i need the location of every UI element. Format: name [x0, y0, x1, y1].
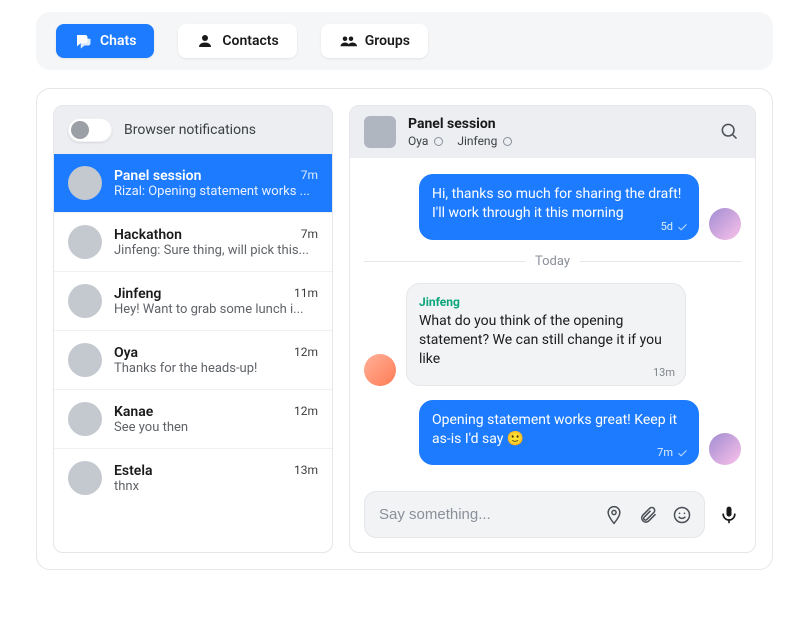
avatar — [68, 166, 102, 200]
conversation-preview: Thanks for the heads-up! — [114, 361, 318, 376]
message-meta: 7m — [657, 446, 688, 461]
emoji-button[interactable] — [670, 503, 694, 527]
mic-icon — [719, 505, 739, 525]
member-name: Jinfeng — [457, 134, 497, 148]
conversation-item[interactable]: Estela 13m thnx — [54, 448, 332, 507]
message-meta: 13m — [653, 366, 675, 381]
avatar — [68, 402, 102, 436]
message-list: Hi, thanks so much for sharing the draft… — [350, 158, 755, 481]
separator-line — [364, 261, 525, 262]
tab-label: Chats — [100, 33, 136, 49]
message-time: 7m — [657, 446, 673, 461]
message-row: Opening statement works great! Keep it a… — [364, 400, 741, 466]
message-time: 5d — [661, 220, 673, 235]
conversation-preview: Hey! Want to grab some lunch i... — [114, 302, 318, 317]
top-nav: Chats Contacts Groups — [36, 12, 773, 70]
conversation-time: 12m — [294, 345, 318, 361]
message-bubble-me: Opening statement works great! Keep it a… — [419, 400, 699, 466]
conversation-item[interactable]: Kanae 12m See you then — [54, 389, 332, 448]
separator-line — [580, 261, 741, 262]
conversation-preview: Rizal: Opening statement works ... — [114, 184, 318, 199]
message-row: Jinfeng What do you think of the opening… — [364, 283, 741, 386]
search-icon — [719, 121, 739, 141]
search-button[interactable] — [717, 119, 741, 143]
conversation-title: Kanae — [114, 404, 153, 420]
conversation-preview: See you then — [114, 420, 318, 435]
main-card: Browser notifications Panel session 7m R… — [36, 88, 773, 570]
message-text: Hi, thanks so much for sharing the draft… — [432, 186, 681, 221]
tab-label: Groups — [365, 33, 410, 49]
conversation-preview: thnx — [114, 479, 318, 494]
tab-chats[interactable]: Chats — [56, 24, 154, 58]
avatar — [68, 461, 102, 495]
chats-icon — [74, 32, 92, 50]
conversation-list: Panel session 7m Rizal: Opening statemen… — [54, 154, 332, 507]
avatar — [68, 284, 102, 318]
smile-icon — [672, 505, 692, 525]
paperclip-icon — [638, 505, 658, 525]
notifications-row: Browser notifications — [54, 106, 332, 154]
message-meta: 5d — [661, 220, 688, 235]
location-icon — [604, 505, 624, 525]
tab-groups[interactable]: Groups — [321, 24, 428, 58]
conversation-title: Estela — [114, 463, 153, 479]
toggle-knob — [71, 121, 89, 139]
conversation-time: 11m — [294, 286, 318, 302]
chat-header-actions — [717, 119, 741, 145]
member: Oya — [408, 134, 443, 148]
conversation-item[interactable]: Hackathon 7m Jinfeng: Sure thing, will p… — [54, 212, 332, 271]
notifications-toggle[interactable] — [68, 118, 112, 142]
message-time: 13m — [653, 366, 675, 381]
groups-icon — [339, 32, 357, 50]
composer-row — [350, 481, 755, 552]
contact-icon — [196, 32, 214, 50]
conversation-time: 12m — [294, 404, 318, 420]
conversation-title: Panel session — [114, 168, 201, 184]
presence-dot — [434, 137, 443, 146]
avatar — [364, 354, 396, 386]
chat-header: Panel session Oya Jinfeng — [350, 106, 755, 158]
separator-label: Today — [535, 254, 570, 269]
conversation-time: 13m — [294, 463, 318, 479]
tab-contacts[interactable]: Contacts — [178, 24, 296, 58]
member: Jinfeng — [457, 134, 512, 148]
avatar — [709, 208, 741, 240]
member-name: Oya — [408, 134, 428, 148]
presence-dot — [503, 137, 512, 146]
message-row: Hi, thanks so much for sharing the draft… — [364, 174, 741, 240]
avatar — [68, 343, 102, 377]
message-input[interactable] — [379, 498, 592, 531]
conversation-title: Hackathon — [114, 227, 182, 243]
conversation-time: 7m — [301, 168, 318, 184]
chat-members: Oya Jinfeng — [408, 134, 512, 148]
avatar — [68, 225, 102, 259]
chat-title: Panel session — [408, 116, 512, 132]
message-bubble-me: Hi, thanks so much for sharing the draft… — [419, 174, 699, 240]
conversation-preview: Jinfeng: Sure thing, will pick this... — [114, 243, 318, 258]
delivered-check-icon — [677, 448, 688, 459]
chat-avatar — [364, 116, 396, 148]
mic-button[interactable] — [717, 503, 741, 527]
conversation-time: 7m — [301, 227, 318, 243]
location-button[interactable] — [602, 503, 626, 527]
conversation-list-pane: Browser notifications Panel session 7m R… — [53, 105, 333, 553]
day-separator: Today — [364, 254, 741, 269]
avatar — [709, 433, 741, 465]
tab-label: Contacts — [222, 33, 278, 49]
conversation-item[interactable]: Panel session 7m Rizal: Opening statemen… — [54, 154, 332, 212]
message-text: Opening statement works great! Keep it a… — [432, 412, 677, 447]
delivered-check-icon — [677, 222, 688, 233]
conversation-item[interactable]: Jinfeng 11m Hey! Want to grab some lunch… — [54, 271, 332, 330]
attach-button[interactable] — [636, 503, 660, 527]
composer — [364, 491, 705, 538]
conversation-title: Jinfeng — [114, 286, 161, 302]
chat-pane: Panel session Oya Jinfeng — [349, 105, 756, 553]
message-bubble-them: Jinfeng What do you think of the opening… — [406, 283, 686, 386]
message-text: What do you think of the opening stateme… — [419, 313, 662, 367]
message-sender: Jinfeng — [419, 294, 673, 310]
conversation-title: Oya — [114, 345, 138, 361]
notifications-label: Browser notifications — [124, 122, 256, 138]
conversation-item[interactable]: Oya 12m Thanks for the heads-up! — [54, 330, 332, 389]
